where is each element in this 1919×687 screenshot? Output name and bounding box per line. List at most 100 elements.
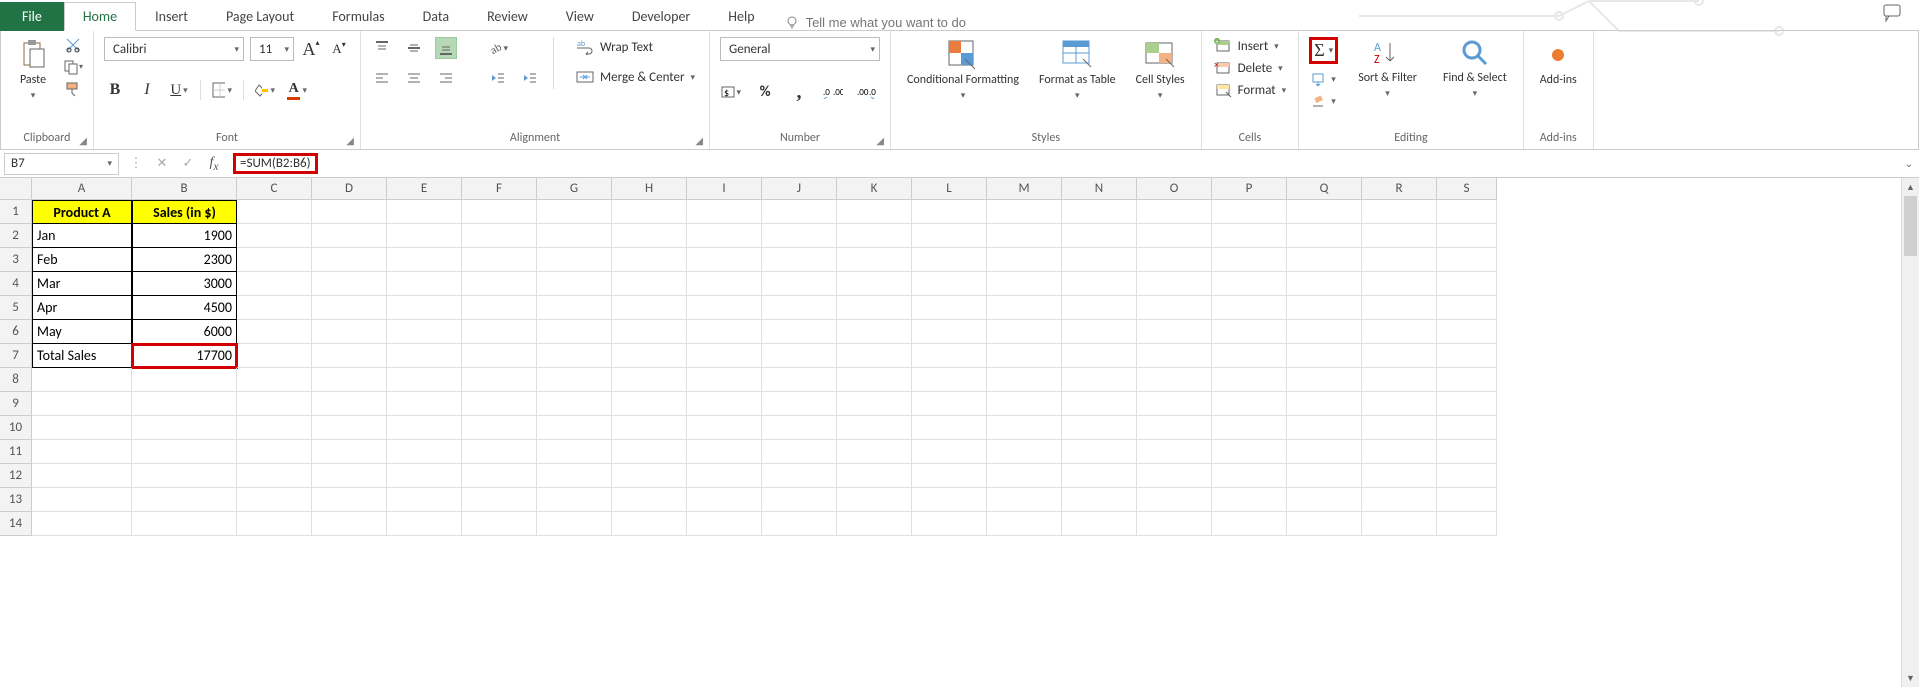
cell-L6[interactable] <box>912 320 987 344</box>
col-header-N[interactable]: N <box>1062 178 1137 200</box>
align-top-button[interactable] <box>371 37 393 59</box>
cell-A4[interactable]: Mar <box>32 272 132 296</box>
col-header-E[interactable]: E <box>387 178 462 200</box>
cell-R6[interactable] <box>1362 320 1437 344</box>
cell-B10[interactable] <box>132 416 237 440</box>
cell-J11[interactable] <box>762 440 837 464</box>
cell-A12[interactable] <box>32 464 132 488</box>
col-header-K[interactable]: K <box>837 178 912 200</box>
cell-S13[interactable] <box>1437 488 1497 512</box>
cell-J2[interactable] <box>762 224 837 248</box>
cell-I8[interactable] <box>687 368 762 392</box>
decrease-font-button[interactable]: A▾ <box>328 38 350 60</box>
tellme-input[interactable] <box>806 15 1036 30</box>
tab-file[interactable]: File <box>0 2 64 31</box>
cell-P13[interactable] <box>1212 488 1287 512</box>
cell-G12[interactable] <box>537 464 612 488</box>
scroll-up-button[interactable]: ▲ <box>1902 178 1919 196</box>
cell-L2[interactable] <box>912 224 987 248</box>
cell-I12[interactable] <box>687 464 762 488</box>
tab-pagelayout[interactable]: Page Layout <box>207 2 313 31</box>
number-dialog-launcher[interactable]: ◢ <box>876 134 884 147</box>
cell-Q13[interactable] <box>1287 488 1362 512</box>
cell-H4[interactable] <box>612 272 687 296</box>
cell-D9[interactable] <box>312 392 387 416</box>
align-center-button[interactable] <box>403 67 425 89</box>
cell-D5[interactable] <box>312 296 387 320</box>
cell-H7[interactable] <box>612 344 687 368</box>
fill-button[interactable]: ▾ <box>1309 72 1338 86</box>
cell-E2[interactable] <box>387 224 462 248</box>
col-header-G[interactable]: G <box>537 178 612 200</box>
cell-E6[interactable] <box>387 320 462 344</box>
cell-P2[interactable] <box>1212 224 1287 248</box>
row-header-8[interactable]: 8 <box>0 368 32 392</box>
cell-D2[interactable] <box>312 224 387 248</box>
col-header-B[interactable]: B <box>132 178 237 200</box>
cell-M13[interactable] <box>987 488 1062 512</box>
cell-B12[interactable] <box>132 464 237 488</box>
cell-R4[interactable] <box>1362 272 1437 296</box>
tab-developer[interactable]: Developer <box>613 2 709 31</box>
cell-S4[interactable] <box>1437 272 1497 296</box>
cut-button[interactable] <box>63 37 83 53</box>
cell-J9[interactable] <box>762 392 837 416</box>
cell-N3[interactable] <box>1062 248 1137 272</box>
cell-K6[interactable] <box>837 320 912 344</box>
col-header-S[interactable]: S <box>1437 178 1497 200</box>
cell-L13[interactable] <box>912 488 987 512</box>
cell-H11[interactable] <box>612 440 687 464</box>
cell-A13[interactable] <box>32 488 132 512</box>
cell-G9[interactable] <box>537 392 612 416</box>
cell-L14[interactable] <box>912 512 987 536</box>
cell-I10[interactable] <box>687 416 762 440</box>
cell-H13[interactable] <box>612 488 687 512</box>
cell-I14[interactable] <box>687 512 762 536</box>
tab-insert[interactable]: Insert <box>136 2 207 31</box>
cell-I2[interactable] <box>687 224 762 248</box>
cell-L3[interactable] <box>912 248 987 272</box>
cell-D14[interactable] <box>312 512 387 536</box>
cell-R2[interactable] <box>1362 224 1437 248</box>
cell-N1[interactable] <box>1062 200 1137 224</box>
cell-F7[interactable] <box>462 344 537 368</box>
cell-I3[interactable] <box>687 248 762 272</box>
cell-E9[interactable] <box>387 392 462 416</box>
cell-M5[interactable] <box>987 296 1062 320</box>
cell-G11[interactable] <box>537 440 612 464</box>
cell-N14[interactable] <box>1062 512 1137 536</box>
cell-K14[interactable] <box>837 512 912 536</box>
row-header-3[interactable]: 3 <box>0 248 32 272</box>
cell-B13[interactable] <box>132 488 237 512</box>
cell-O4[interactable] <box>1137 272 1212 296</box>
cell-B8[interactable] <box>132 368 237 392</box>
cell-M12[interactable] <box>987 464 1062 488</box>
cell-F9[interactable] <box>462 392 537 416</box>
borders-button[interactable]: ▾ <box>211 79 233 101</box>
cell-L1[interactable] <box>912 200 987 224</box>
cell-B1[interactable]: Sales (in $) <box>132 200 237 224</box>
cell-K3[interactable] <box>837 248 912 272</box>
cell-H1[interactable] <box>612 200 687 224</box>
cell-F10[interactable] <box>462 416 537 440</box>
col-header-H[interactable]: H <box>612 178 687 200</box>
cell-C11[interactable] <box>237 440 312 464</box>
cell-H5[interactable] <box>612 296 687 320</box>
cell-M4[interactable] <box>987 272 1062 296</box>
col-header-P[interactable]: P <box>1212 178 1287 200</box>
cell-G3[interactable] <box>537 248 612 272</box>
find-select-button[interactable]: Find & Select▾ <box>1437 37 1513 101</box>
cell-C3[interactable] <box>237 248 312 272</box>
cell-R12[interactable] <box>1362 464 1437 488</box>
cell-R9[interactable] <box>1362 392 1437 416</box>
cell-C7[interactable] <box>237 344 312 368</box>
cell-O13[interactable] <box>1137 488 1212 512</box>
cell-B4[interactable]: 3000 <box>132 272 237 296</box>
tellme-search[interactable] <box>784 14 1036 30</box>
merge-center-button[interactable]: Merge & Center▾ <box>572 67 699 87</box>
col-header-F[interactable]: F <box>462 178 537 200</box>
col-header-L[interactable]: L <box>912 178 987 200</box>
cell-F2[interactable] <box>462 224 537 248</box>
cell-B6[interactable]: 6000 <box>132 320 237 344</box>
cell-E12[interactable] <box>387 464 462 488</box>
